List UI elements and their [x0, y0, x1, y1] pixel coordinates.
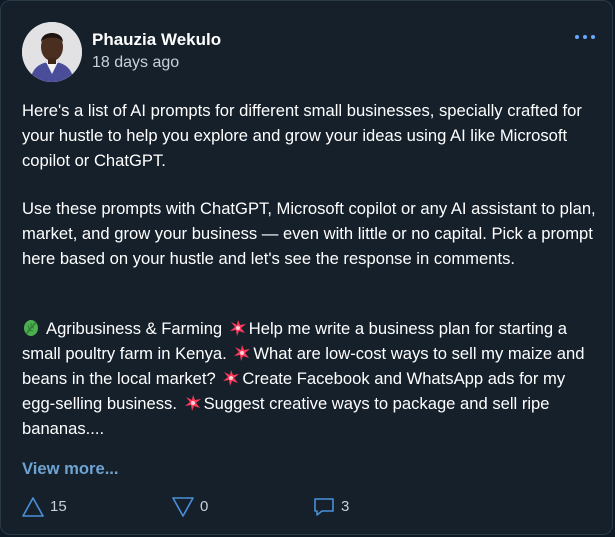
collision-icon: [234, 345, 251, 361]
comment-button[interactable]: 3: [312, 495, 349, 519]
comment-count: 3: [341, 498, 350, 515]
upvote-button[interactable]: 15: [21, 495, 67, 519]
post-prompts: Agribusiness & Farming Help me write a b…: [22, 316, 602, 441]
downvote-count: 0: [200, 498, 209, 515]
category-label: Agribusiness & Farming: [46, 319, 223, 338]
downvote-icon: [172, 497, 194, 517]
post-usage: Use these prompts with ChatGPT, Microsof…: [22, 199, 596, 268]
author-name[interactable]: Phauzia Wekulo: [92, 30, 221, 50]
avatar-photo: [22, 22, 82, 82]
downvote-button[interactable]: 0: [171, 495, 208, 519]
post-intro: Here's a list of AI prompts for differen…: [22, 101, 582, 170]
upvote-count: 15: [50, 498, 67, 515]
collision-icon: [184, 395, 201, 411]
post-timestamp: 18 days ago: [92, 54, 180, 71]
collision-icon: [223, 370, 240, 386]
upvote-icon: [22, 497, 44, 517]
comment-icon: [314, 498, 334, 516]
view-more-link[interactable]: View more...: [22, 458, 119, 480]
collision-icon: [229, 320, 246, 336]
post-card: Phauzia Wekulo 18 days ago Here's a list…: [0, 0, 613, 535]
leafy-green-icon: [24, 320, 38, 336]
more-options-icon[interactable]: [573, 32, 597, 44]
avatar[interactable]: [22, 22, 82, 82]
